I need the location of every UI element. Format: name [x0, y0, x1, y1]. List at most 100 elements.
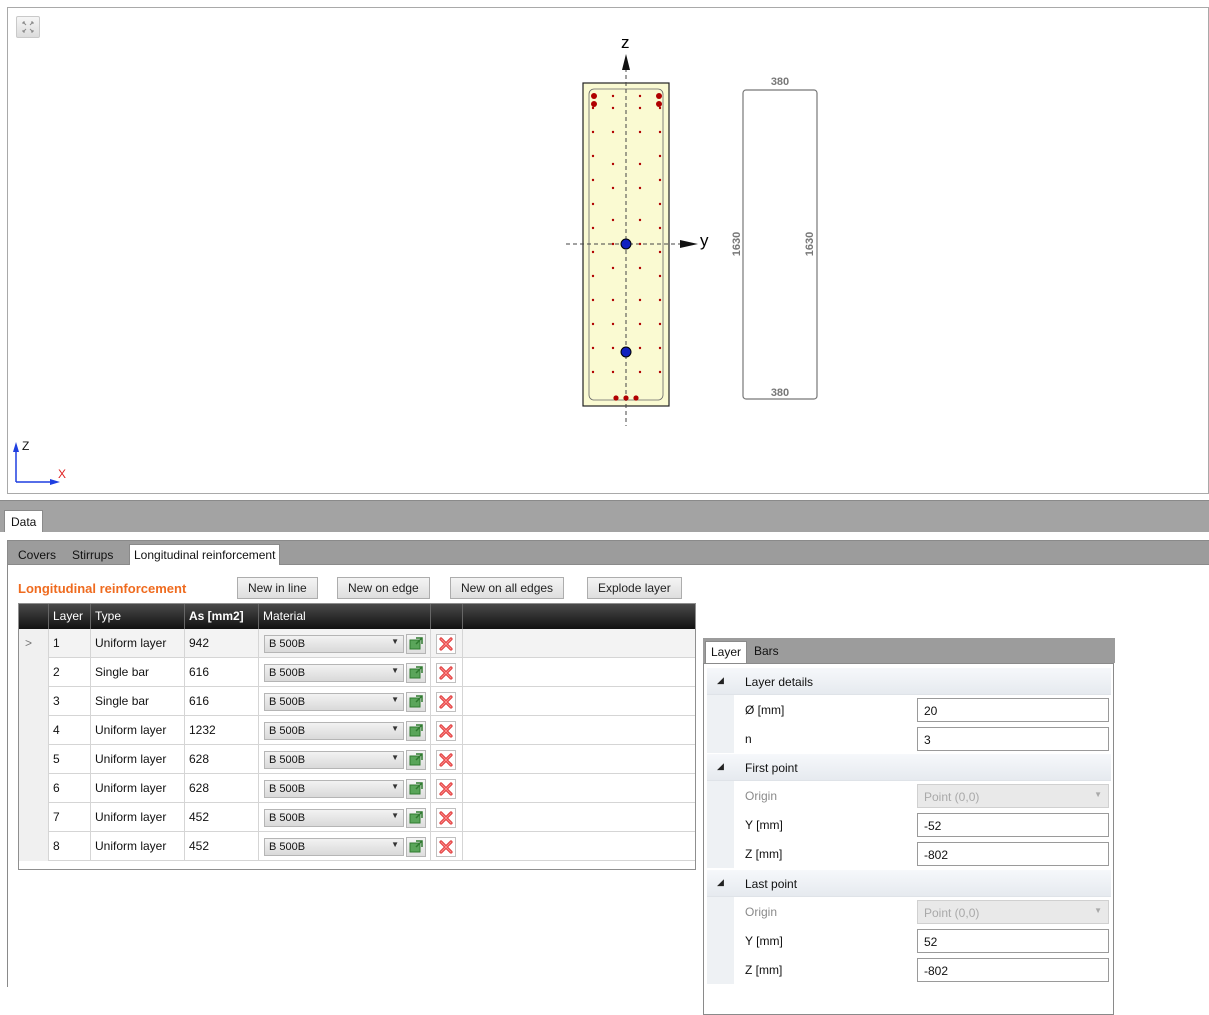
collapse-triangle-icon[interactable]: ◢	[717, 761, 724, 772]
table-row[interactable]: 6 Uniform layer 628 B 500B ▼	[19, 774, 695, 803]
edit-material-button[interactable]	[406, 808, 426, 828]
rebar-dot	[591, 154, 595, 158]
row-selector[interactable]	[19, 716, 49, 745]
tab-bars[interactable]: Bars	[749, 641, 784, 663]
row-selector[interactable]	[19, 832, 49, 861]
tab-stirrups[interactable]: Stirrups	[68, 545, 117, 566]
new-on-all-edges-button[interactable]: New on all edges	[450, 577, 565, 599]
delete-row-button[interactable]	[436, 634, 456, 654]
first-y-input[interactable]: -52	[917, 813, 1109, 837]
table-row[interactable]: 7 Uniform layer 452 B 500B ▼	[19, 803, 695, 832]
gizmo-z-label: Z	[22, 439, 29, 453]
diameter-input[interactable]: 20	[917, 698, 1109, 722]
delete-row-button[interactable]	[436, 779, 456, 799]
new-in-line-button[interactable]: New in line	[237, 577, 318, 599]
section-drawing-canvas[interactable]: z y 380 380 1630 1630 Z X	[7, 7, 1209, 494]
edit-material-button[interactable]	[406, 692, 426, 712]
cell-layer[interactable]: 6	[49, 774, 91, 803]
new-on-edge-button[interactable]: New on edge	[337, 577, 430, 599]
tab-covers[interactable]: Covers	[14, 545, 60, 566]
cell-layer[interactable]: 8	[49, 832, 91, 861]
cell-type[interactable]: Uniform layer	[91, 774, 185, 803]
material-select[interactable]: B 500B ▼	[264, 693, 404, 711]
edit-material-icon	[409, 753, 423, 766]
cell-type[interactable]: Uniform layer	[91, 629, 185, 658]
first-origin-label: Origin	[745, 789, 778, 803]
cell-material: B 500B ▼	[259, 803, 431, 832]
cell-layer[interactable]: 3	[49, 687, 91, 716]
material-select[interactable]: B 500B ▼	[264, 635, 404, 653]
delete-icon	[439, 666, 453, 680]
edit-material-button[interactable]	[406, 750, 426, 770]
delete-row-button[interactable]	[436, 808, 456, 828]
row-selector[interactable]	[19, 774, 49, 803]
cell-delete	[431, 745, 463, 774]
collapse-triangle-icon[interactable]: ◢	[717, 877, 724, 888]
cell-type[interactable]: Uniform layer	[91, 832, 185, 861]
edit-material-button[interactable]	[406, 634, 426, 654]
row-selector[interactable]	[19, 658, 49, 687]
table-row[interactable]: >1 Uniform layer 942 B 500B ▼	[19, 629, 695, 658]
rebar-dot	[633, 395, 639, 401]
cell-layer[interactable]: 5	[49, 745, 91, 774]
table-row[interactable]: 2 Single bar 616 B 500B ▼	[19, 658, 695, 687]
material-select[interactable]: B 500B ▼	[264, 780, 404, 798]
table-row[interactable]: 8 Uniform layer 452 B 500B ▼	[19, 832, 695, 861]
cell-type[interactable]: Uniform layer	[91, 803, 185, 832]
last-y-input[interactable]: 52	[917, 929, 1109, 953]
header-layer[interactable]: Layer	[49, 604, 91, 629]
tab-data[interactable]: Data	[4, 510, 44, 534]
row-selector[interactable]: >	[19, 629, 49, 658]
header-material[interactable]: Material	[259, 604, 431, 629]
group-last-point[interactable]: ◢ Last point	[707, 870, 1111, 897]
group-layer-details[interactable]: ◢ Layer details	[707, 668, 1111, 695]
dimension-right: 1630	[804, 232, 816, 256]
tab-layer[interactable]: Layer	[705, 641, 748, 663]
delete-row-button[interactable]	[436, 663, 456, 683]
row-last-y: Y [mm] 52	[707, 926, 1111, 955]
table-row[interactable]: 5 Uniform layer 628 B 500B ▼	[19, 745, 695, 774]
cell-type[interactable]: Single bar	[91, 687, 185, 716]
group-first-point[interactable]: ◢ First point	[707, 754, 1111, 781]
delete-row-button[interactable]	[436, 837, 456, 857]
table-row[interactable]: 3 Single bar 616 B 500B ▼	[19, 687, 695, 716]
rebar-dot	[658, 130, 662, 134]
cell-material: B 500B ▼	[259, 687, 431, 716]
collapse-triangle-icon[interactable]: ◢	[717, 675, 724, 686]
edit-material-button[interactable]	[406, 721, 426, 741]
n-input[interactable]: 3	[917, 727, 1109, 751]
row-selector[interactable]	[19, 803, 49, 832]
row-selector[interactable]	[19, 745, 49, 774]
cell-type[interactable]: Single bar	[91, 658, 185, 687]
material-select[interactable]: B 500B ▼	[264, 664, 404, 682]
material-select[interactable]: B 500B ▼	[264, 751, 404, 769]
cell-delete	[431, 832, 463, 861]
edit-material-button[interactable]	[406, 779, 426, 799]
header-type[interactable]: Type	[91, 604, 185, 629]
explode-layer-button[interactable]: Explode layer	[587, 577, 682, 599]
material-select[interactable]: B 500B ▼	[264, 809, 404, 827]
cell-layer[interactable]: 7	[49, 803, 91, 832]
cell-layer[interactable]: 4	[49, 716, 91, 745]
cell-layer[interactable]: 2	[49, 658, 91, 687]
delete-row-button[interactable]	[436, 750, 456, 770]
cell-type[interactable]: Uniform layer	[91, 716, 185, 745]
row-first-z: Z [mm] -802	[707, 839, 1111, 868]
edit-material-button[interactable]	[406, 663, 426, 683]
cell-layer[interactable]: 1	[49, 629, 91, 658]
rebar-dot	[638, 298, 642, 302]
first-z-input[interactable]: -802	[917, 842, 1109, 866]
properties-body: ◢ Layer details Ø [mm] 20 n 3 ◢ First po…	[703, 663, 1114, 1015]
table-row[interactable]: 4 Uniform layer 1232 B 500B ▼	[19, 716, 695, 745]
last-z-input[interactable]: -802	[917, 958, 1109, 982]
delete-row-button[interactable]	[436, 692, 456, 712]
material-select[interactable]: B 500B ▼	[264, 722, 404, 740]
row-selector[interactable]	[19, 687, 49, 716]
edit-material-icon	[409, 695, 423, 708]
header-as[interactable]: As [mm2]	[185, 604, 259, 629]
tab-longitudinal-reinforcement[interactable]: Longitudinal reinforcement	[129, 544, 281, 567]
material-select[interactable]: B 500B ▼	[264, 838, 404, 856]
edit-material-button[interactable]	[406, 837, 426, 857]
delete-row-button[interactable]	[436, 721, 456, 741]
cell-type[interactable]: Uniform layer	[91, 745, 185, 774]
